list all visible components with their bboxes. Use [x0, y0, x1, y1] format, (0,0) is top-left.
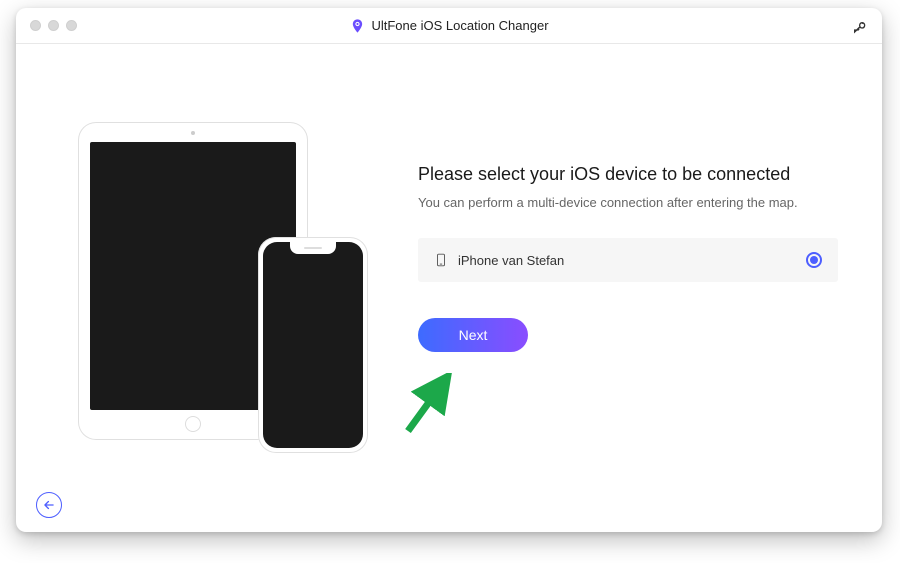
back-button[interactable] [36, 492, 62, 518]
key-icon[interactable] [852, 18, 868, 34]
app-title: UltFone iOS Location Changer [349, 18, 548, 34]
iphone-graphic [258, 237, 368, 453]
device-name: iPhone van Stefan [458, 253, 806, 268]
device-row[interactable]: iPhone van Stefan [418, 238, 838, 282]
logo-icon [349, 18, 365, 34]
main-content: Please select your iOS device to be conn… [16, 44, 882, 532]
window-minimize-button[interactable] [48, 20, 59, 31]
window-close-button[interactable] [30, 20, 41, 31]
heading: Please select your iOS device to be conn… [418, 164, 838, 185]
phone-icon [434, 253, 448, 267]
titlebar: UltFone iOS Location Changer [16, 8, 882, 44]
right-panel: Please select your iOS device to be conn… [378, 72, 838, 532]
window-controls [16, 20, 77, 31]
arrow-left-icon [42, 498, 56, 512]
app-title-text: UltFone iOS Location Changer [371, 18, 548, 33]
subtitle: You can perform a multi-device connectio… [418, 195, 838, 210]
next-button[interactable]: Next [418, 318, 528, 352]
app-window: UltFone iOS Location Changer Please sele… [16, 8, 882, 532]
device-radio-selected[interactable] [806, 252, 822, 268]
window-maximize-button[interactable] [66, 20, 77, 31]
device-illustration [78, 122, 378, 462]
